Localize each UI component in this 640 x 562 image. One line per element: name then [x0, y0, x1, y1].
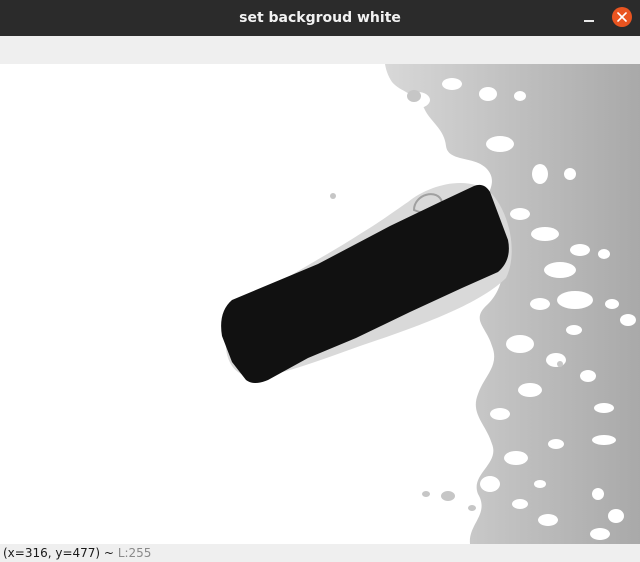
status-readout: (x=316, y=477) ~ L:255	[3, 544, 151, 562]
image-window: set backgroud white (x=316, y=477) ~ L:2…	[0, 0, 640, 562]
cursor-coordinates: (x=316, y=477) ~	[3, 546, 114, 560]
depth-image	[0, 64, 640, 544]
pixel-level: L:255	[117, 546, 152, 560]
close-button[interactable]	[612, 7, 632, 27]
window-title: set backgroud white	[239, 10, 401, 26]
status-bar: (x=316, y=477) ~ L:255	[0, 544, 640, 562]
image-viewport[interactable]	[0, 64, 640, 544]
title-bar[interactable]: set backgroud white	[0, 0, 640, 36]
minimize-icon	[584, 20, 594, 22]
toolbar-strip	[0, 36, 640, 64]
minimize-button[interactable]	[579, 8, 599, 28]
close-icon	[617, 12, 627, 22]
